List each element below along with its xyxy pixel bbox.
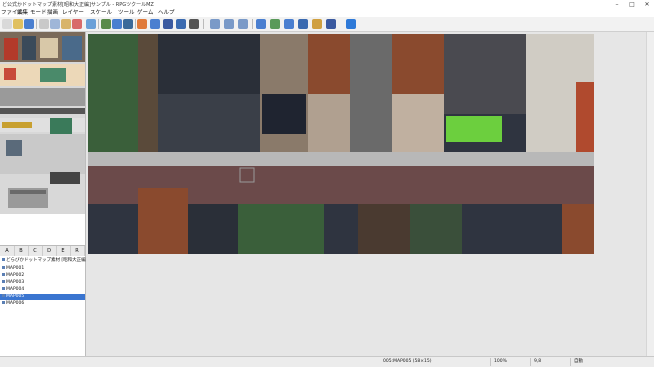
tile-palette[interactable] [0,32,85,214]
database-icon[interactable] [256,19,266,29]
delete-icon[interactable] [72,19,82,29]
cut-icon[interactable] [39,19,49,29]
pencil-icon[interactable] [137,19,147,29]
map-icon [2,273,5,276]
toolbar [0,17,654,32]
status-separator [490,358,491,366]
status-separator [570,358,571,366]
tab-d[interactable]: D [42,246,57,256]
tree-map-item[interactable]: MAP001 [0,266,85,272]
shadow-pen-icon[interactable] [189,19,199,29]
undo-icon[interactable] [86,19,96,29]
vertical-scrollbar[interactable] [646,32,654,356]
tree-map-item[interactable]: MAP002 [0,273,85,279]
menu-layer[interactable]: レイヤー [62,9,84,17]
map-name: MAP004 [6,287,25,292]
project-name: どらびかドットマップ素材 [昭和大正編] [6,258,88,263]
zoom-in-icon[interactable] [210,19,220,29]
map-tiles [88,34,594,254]
tab-b[interactable]: B [14,246,29,256]
map-view[interactable] [86,32,646,356]
close-button[interactable]: ✕ [640,0,654,9]
toolbar-separator [98,19,99,29]
event-mode-icon[interactable] [112,19,122,29]
map-canvas[interactable] [86,32,646,356]
map-name: MAP006 [6,301,25,306]
tab-c[interactable]: C [28,246,43,256]
new-icon[interactable] [2,19,12,29]
tree-map-item[interactable]: MAP006 [0,301,85,307]
menu-game[interactable]: ゲーム [137,9,153,17]
tree-map-item[interactable]: MAP004 [0,287,85,293]
playtest-icon[interactable] [346,19,356,29]
map-name: MAP005 [6,294,25,299]
copy-icon[interactable] [50,19,60,29]
toolbar-separator [203,19,204,29]
resource-icon[interactable] [312,19,322,29]
character-generator-icon[interactable] [326,19,336,29]
map-name: MAP001 [6,266,25,271]
tree-project[interactable]: どらびかドットマップ素材 [昭和大正編] [0,258,88,264]
open-icon[interactable] [13,19,23,29]
region-icon[interactable] [123,19,133,29]
menu-edit[interactable]: 編集 [17,9,28,17]
tab-r[interactable]: R [70,246,85,256]
sound-icon[interactable] [284,19,294,29]
tab-e[interactable]: E [56,246,71,256]
menu-tools[interactable]: ツール [118,9,135,17]
tab-a[interactable]: A [0,246,15,256]
status-bar: 005:MAP005 (58×15) 100% 9,8 自動 [0,356,654,367]
tree-map-item-selected[interactable]: MAP005 [0,294,85,300]
maximize-button[interactable]: □ [625,0,639,9]
toolbar-separator [252,19,253,29]
save-icon[interactable] [24,19,34,29]
ellipse-icon[interactable] [163,19,173,29]
event-search-icon[interactable] [298,19,308,29]
folder-icon [2,258,5,261]
map-name: MAP002 [6,273,25,278]
map-icon [2,294,5,297]
minimize-button[interactable]: – [610,0,624,9]
menu-draw[interactable]: 描画 [47,9,58,17]
menu-scale[interactable]: スケール [90,9,112,17]
menu-mode[interactable]: モード [30,9,47,17]
zoom-actual-icon[interactable] [238,19,248,29]
map-icon [2,280,5,283]
paste-icon[interactable] [61,19,71,29]
left-pane: A B C D E R どらびかドットマップ素材 [昭和大正編] MAP001 … [0,32,88,356]
map-tree: どらびかドットマップ素材 [昭和大正編] MAP001 MAP002 MAP00… [0,256,88,356]
map-icon [2,266,5,269]
toolbar-separator [36,19,37,29]
menu-bar: ファイル 編集 モード 描画 レイヤー スケール ツール ゲーム ヘルプ [0,9,654,17]
menu-help[interactable]: ヘルプ [158,9,175,17]
fill-icon[interactable] [176,19,186,29]
status-separator [530,358,531,366]
tile-palette-graphics [0,32,85,214]
rectangle-icon[interactable] [150,19,160,29]
map-name: MAP003 [6,280,25,285]
map-icon [2,287,5,290]
window-title: ど公式かドットマップ素材[昭和大正編]サンプル - RPGツクールMZ [2,2,154,8]
plugin-icon[interactable] [270,19,280,29]
tree-map-item[interactable]: MAP003 [0,280,85,286]
zoom-out-icon[interactable] [224,19,234,29]
map-icon [2,301,5,304]
map-mode-icon[interactable] [101,19,111,29]
toolbar-separator [135,19,136,29]
